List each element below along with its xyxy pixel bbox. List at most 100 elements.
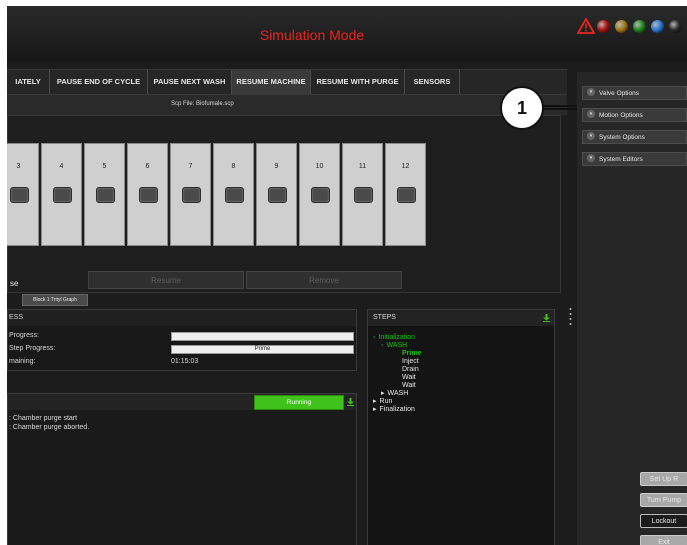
pump-toggle-button[interactable] [182,187,201,203]
pump-slot[interactable]: 8 [213,143,254,246]
step-item[interactable]: ◦ WASH [381,342,407,350]
resume-button[interactable]: Resume [88,271,244,289]
step-item[interactable]: Drain [399,366,419,374]
pump-slot[interactable]: 12 [385,143,426,246]
steps-panel: STEPS ◦ Initialization ◦ WASH Prime Inject Dra… [367,309,555,545]
pump-number: 10 [315,163,324,170]
warning-icon [577,18,595,34]
log-line: : Chamber purge start [9,415,78,422]
step-item[interactable]: ◦ Initialization [373,334,415,342]
callout-number: 1 [500,86,544,130]
callout-pointer [543,105,577,110]
step-label: Initialization [378,334,416,341]
toolbar-button[interactable]: PAUSE END OF CYCLE [50,70,148,94]
progress-header: ESS [8,310,356,326]
pump-slot[interactable]: 10 [299,143,340,246]
step-progress-bar: Prime [171,345,354,354]
chevron-circle-icon: ▾ [587,132,595,141]
running-status-badge: Running [254,395,344,410]
side-button[interactable]: Exit [640,535,687,545]
pump-number: 11 [358,163,367,170]
pump-slot[interactable]: 11 [342,143,383,246]
option-label: System Options [599,134,645,141]
pump-number: 9 [274,163,279,170]
pump-toggle-button[interactable] [397,187,416,203]
title-bar: Simulation Mode [7,6,687,62]
chevron-circle-icon: ▾ [587,154,595,163]
step-label: Drain [402,366,419,373]
status-light-icon [651,20,664,33]
step-marker-icon: ◦ [381,342,384,349]
step-item[interactable]: Wait [399,382,416,390]
log-panel: Running : Chamber purge start : Chamber … [7,393,357,545]
pump-toggle-button[interactable] [53,187,72,203]
pump-slot[interactable]: 7 [170,143,211,246]
progress-bar [171,332,354,341]
option-label: Motion Options [599,112,643,119]
right-options-panel: ▾ Valve Options ▾ Motion Options ▾ System Opt… [577,72,687,545]
option-button[interactable]: ▾ System Options [582,130,687,144]
toolbar-button[interactable]: PAUSE NEXT WASH [148,70,232,94]
pump-slot[interactable]: 9 [256,143,297,246]
option-button[interactable]: ▾ Valve Options [582,86,687,100]
step-item[interactable]: Prime [399,350,421,358]
splitter-grip-icon[interactable] [569,306,572,326]
step-item[interactable]: Wait [399,374,416,382]
step-label: Finalization [379,406,415,413]
download-icon[interactable] [543,314,550,322]
side-button[interactable]: Lockout [640,514,687,528]
step-item[interactable]: ▸ WASH [381,390,408,398]
pump-slot[interactable]: 3 [7,143,39,246]
block-tab[interactable]: Block 1:Trityl Graph [22,294,88,306]
toolbar-button[interactable]: RESUME MACHINE [232,70,311,94]
pump-number: 3 [16,163,21,170]
window-title: Simulation Mode [259,27,365,43]
pump-number: 4 [59,163,64,170]
pump-slot[interactable]: 5 [84,143,125,246]
chevron-circle-icon: ▾ [587,88,595,97]
option-label: Valve Options [599,90,639,97]
status-light-icon [633,20,646,33]
remaining-value: 01:15:03 [171,358,199,365]
option-button[interactable]: ▾ System Editors [582,152,687,166]
step-label: Run [379,398,393,405]
step-item[interactable]: Inject [399,358,419,366]
step-item[interactable]: ▸ Run [373,398,392,406]
pump-number: 12 [401,163,410,170]
step-label: Prime [402,350,422,357]
pump-toggle-button[interactable] [225,187,244,203]
command-toolbar: IATELY PAUSE END OF CYCLE PAUSE NEXT WASH R… [7,69,567,95]
side-button[interactable]: Set Up R [640,472,687,486]
progress-label: Progress: [9,332,39,339]
pump-toggle-button[interactable] [311,187,330,203]
pump-number: 7 [188,163,193,170]
toolbar-button[interactable]: RESUME WITH PURGE [311,70,405,94]
pump-panel: 3 4 5 6 7 8 9 10 11 12 se Resume Remove [7,115,561,293]
pump-slot[interactable]: 4 [41,143,82,246]
pump-toggle-button[interactable] [268,187,287,203]
option-button[interactable]: ▾ Motion Options [582,108,687,122]
steps-header: STEPS [368,310,554,326]
pump-number: 6 [145,163,150,170]
pump-toggle-button[interactable] [96,187,115,203]
side-button[interactable]: Turn Pump [640,493,687,507]
steps-title: STEPS [373,314,396,321]
step-label: Wait [402,374,416,381]
download-icon[interactable] [347,398,354,406]
step-item[interactable]: ▸ Finalization [373,406,415,414]
step-marker-icon: ▸ [373,398,377,405]
pump-number: 5 [102,163,107,170]
step-label: Wait [402,382,416,389]
pump-toggle-button[interactable] [10,187,29,203]
pump-slot[interactable]: 6 [127,143,168,246]
scp-file-bar: Scp File: Biofumale.scp [7,95,567,115]
step-label: WASH [387,390,409,397]
progress-panel: ESS Progress: Step Progress: Prime maini… [7,309,357,371]
pump-toggle-button[interactable] [354,187,373,203]
scp-file-label: Scp File: Biofumale.scp [171,101,234,107]
toolbar-button[interactable]: SENSORS [405,70,460,94]
status-light-icon [597,20,610,33]
pump-toggle-button[interactable] [139,187,158,203]
toolbar-button[interactable]: IATELY [7,70,50,94]
remove-button[interactable]: Remove [246,271,402,289]
